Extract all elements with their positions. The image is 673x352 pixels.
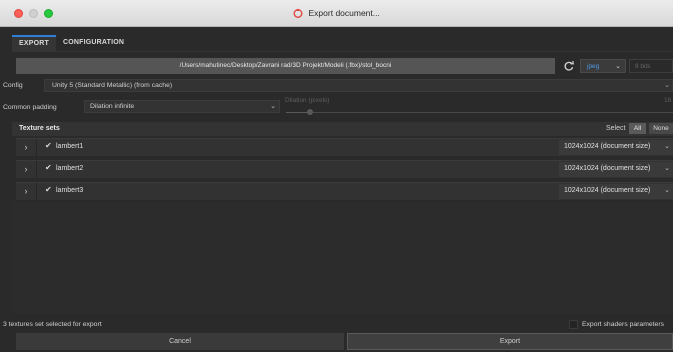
painter-logo-icon — [293, 8, 303, 20]
window-title: Export document... — [308, 8, 380, 18]
chevron-down-icon: ⌄ — [664, 165, 670, 172]
config-value: Unity 5 (Standard Metallic) (from cache) — [52, 82, 173, 89]
select-none-button[interactable]: None — [649, 123, 673, 134]
format-value: jpeg — [587, 63, 600, 70]
tab-configuration[interactable]: CONFIGURATION — [56, 35, 131, 51]
texture-sets-list-area — [12, 202, 673, 314]
padding-value: Dilation infinite — [90, 103, 135, 110]
config-dropdown[interactable]: Unity 5 (Standard Metallic) (from cache)… — [44, 79, 673, 92]
texture-size-dropdown[interactable]: 1024x1024 (document size) ⌄ — [559, 162, 673, 177]
dilation-slider-track[interactable] — [286, 112, 673, 113]
chevron-down-icon: ⌄ — [615, 63, 621, 70]
select-label: Select — [606, 125, 626, 132]
chevron-down-icon: ⌄ — [270, 103, 276, 110]
expand-chevron-icon[interactable]: › — [16, 183, 37, 200]
texture-set-name: lambert2 — [56, 165, 84, 172]
export-button[interactable]: Export — [347, 333, 673, 350]
texture-sets-header: Texture sets Select All None — [12, 122, 673, 136]
texture-size-dropdown[interactable]: 1024x1024 (document size) ⌄ — [559, 184, 673, 199]
texture-size-dropdown[interactable]: 1024x1024 (document size) ⌄ — [559, 140, 673, 155]
texture-size-value: 1024x1024 (document size) — [564, 143, 651, 150]
chevron-down-icon: ⌄ — [664, 82, 670, 89]
export-shaders-label: Export shaders parameters — [582, 321, 664, 328]
texture-set-name: lambert3 — [56, 187, 84, 194]
format-dropdown[interactable]: jpeg ⌄ — [580, 59, 626, 73]
tab-export[interactable]: EXPORT — [12, 35, 56, 51]
tab-bar: EXPORT CONFIGURATION — [12, 35, 131, 51]
tab-divider — [12, 51, 673, 52]
texture-set-name: lambert1 — [56, 143, 84, 150]
checkmark-icon[interactable]: ✔ — [45, 163, 52, 172]
checkmark-icon[interactable]: ✔ — [45, 141, 52, 150]
output-path-button[interactable]: /Users/mahutinec/Desktop/Zavrani rad/3D … — [16, 58, 555, 74]
padding-dropdown[interactable]: Dilation infinite ⌄ — [84, 100, 280, 113]
dilation-value: 16 — [664, 97, 672, 104]
expand-chevron-icon[interactable]: › — [16, 161, 37, 178]
texture-sets-title: Texture sets — [19, 125, 60, 132]
select-all-button[interactable]: All — [629, 123, 646, 134]
dilation-label: Dilation (pixels) — [285, 97, 330, 104]
texture-set-row: › ✔ lambert2 1024x1024 (document size) ⌄ — [16, 160, 673, 178]
checkmark-icon[interactable]: ✔ — [45, 185, 52, 194]
export-shaders-checkbox[interactable] — [569, 320, 578, 329]
cancel-button[interactable]: Cancel — [16, 333, 344, 350]
config-label: Config — [3, 82, 23, 89]
chevron-down-icon: ⌄ — [664, 143, 670, 150]
refresh-icon[interactable] — [563, 59, 575, 73]
padding-label: Common padding — [3, 104, 57, 111]
texture-set-row: › ✔ lambert1 1024x1024 (document size) ⌄ — [16, 138, 673, 156]
texture-size-value: 1024x1024 (document size) — [564, 165, 651, 172]
bit-depth-dropdown[interactable]: 8 bits — [629, 59, 673, 73]
texture-set-row: › ✔ lambert3 1024x1024 (document size) ⌄ — [16, 182, 673, 200]
expand-chevron-icon[interactable]: › — [16, 139, 37, 156]
selection-status: 3 textures set selected for export — [3, 321, 102, 328]
title-bar: Export document... — [0, 0, 673, 27]
dilation-slider-handle[interactable] — [307, 109, 313, 115]
texture-size-value: 1024x1024 (document size) — [564, 187, 651, 194]
chevron-down-icon: ⌄ — [664, 187, 670, 194]
window-title-group: Export document... — [0, 8, 673, 20]
